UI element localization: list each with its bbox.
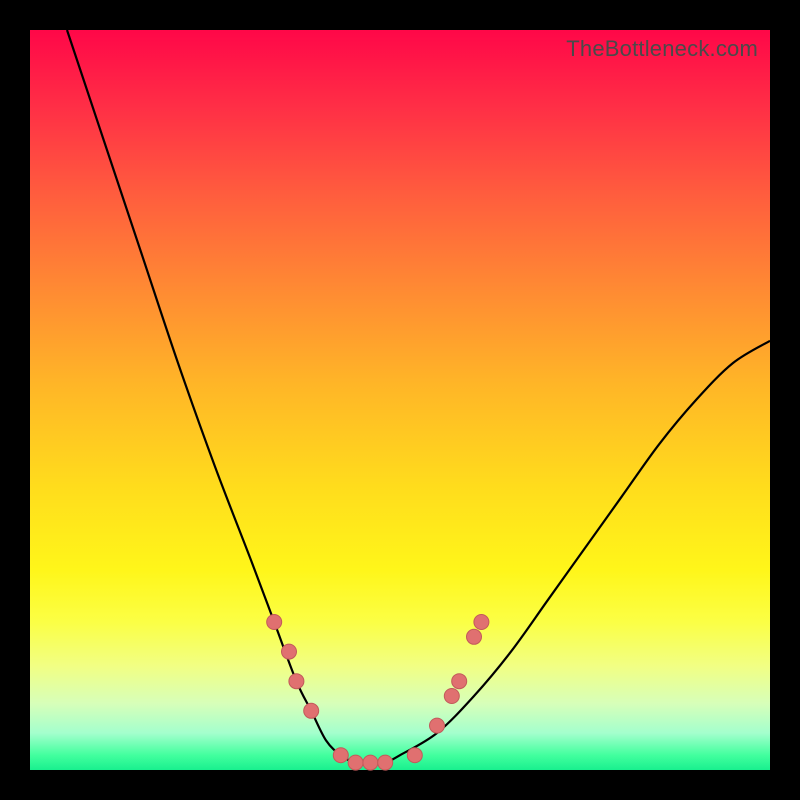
curve-layer (30, 30, 770, 770)
curve-marker (289, 674, 304, 689)
plot-area: TheBottleneck.com (30, 30, 770, 770)
curve-marker (474, 615, 489, 630)
curve-marker (363, 755, 378, 770)
bottleneck-curve (67, 30, 770, 763)
curve-marker (333, 748, 348, 763)
curve-marker (378, 755, 393, 770)
curve-marker (444, 689, 459, 704)
curve-marker (467, 629, 482, 644)
curve-marker (348, 755, 363, 770)
curve-marker (407, 748, 422, 763)
curve-marker (282, 644, 297, 659)
chart-frame: TheBottleneck.com (0, 0, 800, 800)
curve-marker (430, 718, 445, 733)
curve-marker (452, 674, 467, 689)
curve-marker (267, 615, 282, 630)
curve-marker (304, 703, 319, 718)
curve-markers (267, 615, 489, 771)
